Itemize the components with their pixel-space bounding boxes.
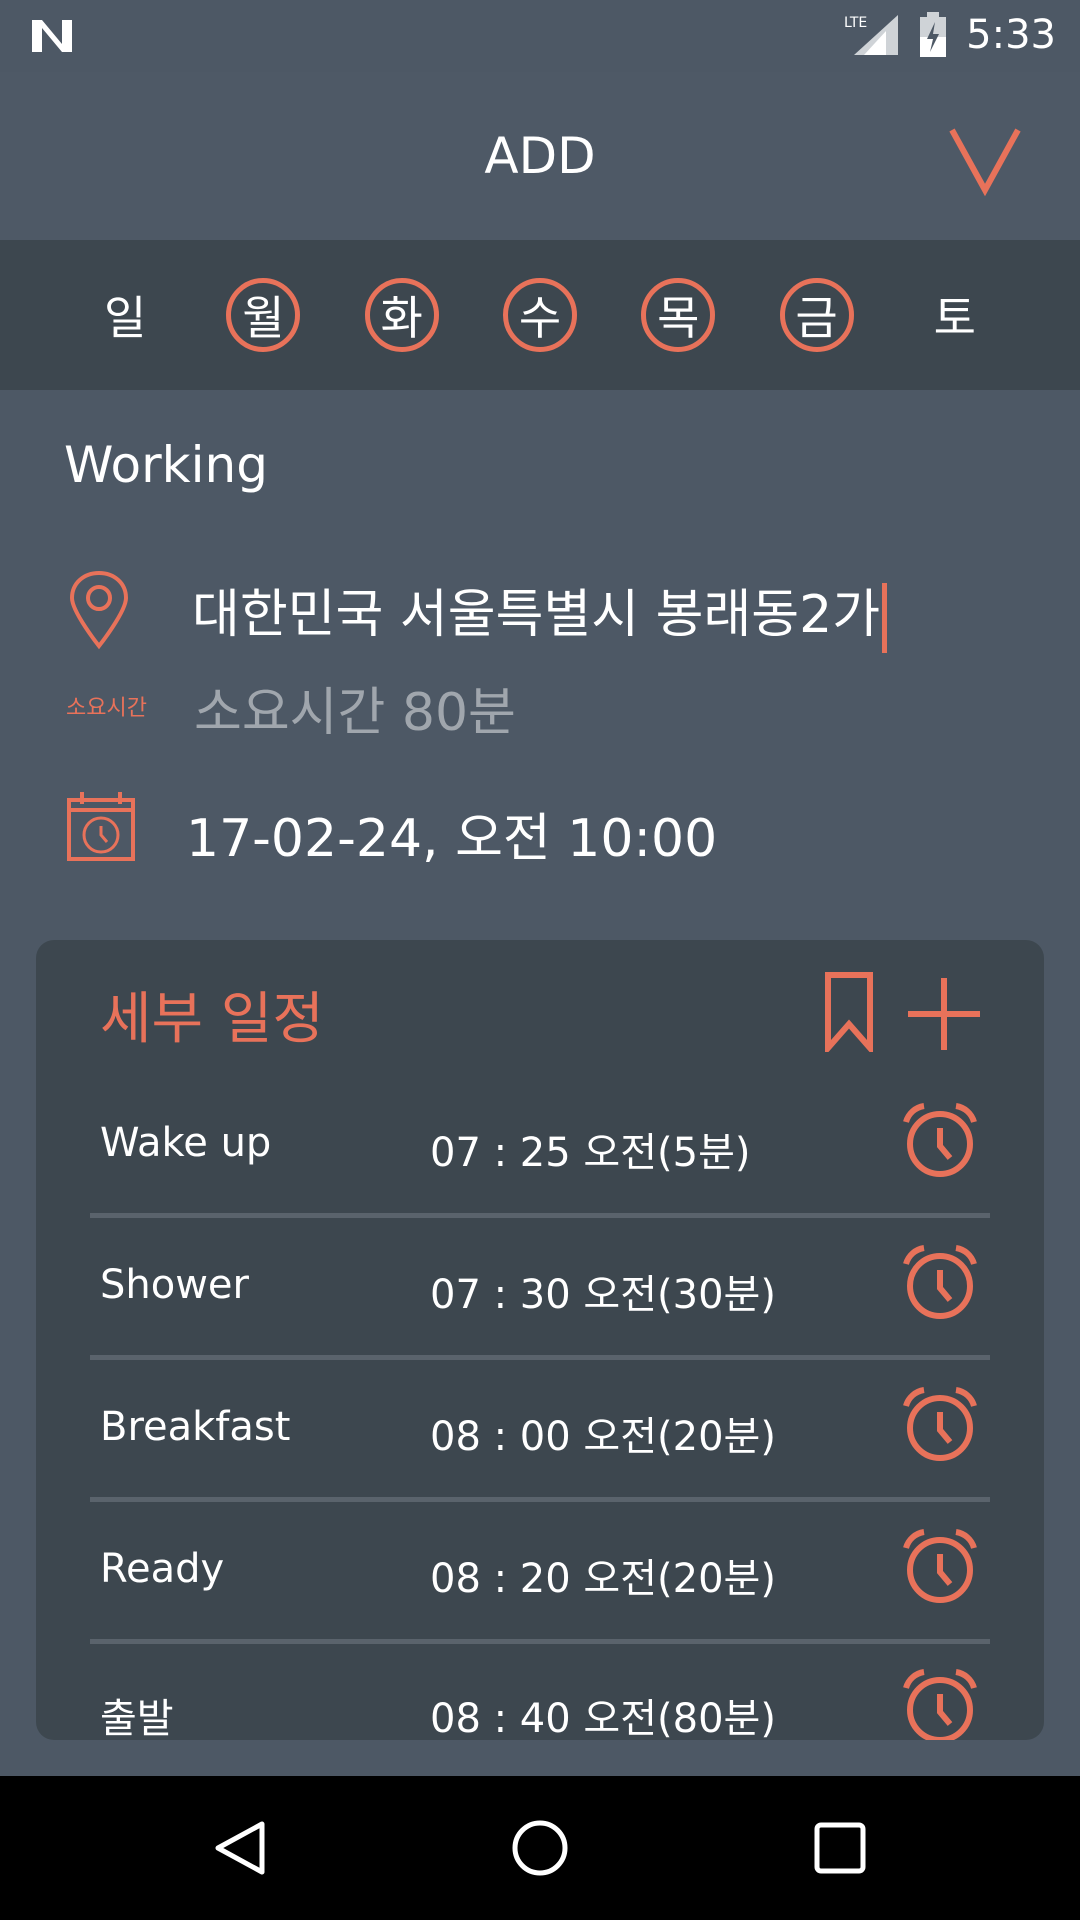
schedule-name: Wake up <box>100 1120 272 1166</box>
add-icon[interactable] <box>906 976 982 1052</box>
location-value: 대한민국 서울특별시 봉래동2가 <box>192 585 881 645</box>
weekday-selector: 일 월 화 수 목 금 토 <box>0 240 1080 390</box>
schedule-time: 08 : 20 오전(20분) <box>430 1556 776 1602</box>
schedule-time: 07 : 30 오전(30분) <box>430 1272 776 1318</box>
n-logo-icon <box>32 20 72 52</box>
day-tue[interactable]: 화 <box>364 278 439 352</box>
alarm-clock-icon[interactable] <box>900 1526 980 1606</box>
datetime-value[interactable]: 17-02-24, 오전 10:00 <box>186 796 717 871</box>
schedule-row[interactable]: Shower 07 : 30 오전(30분) <box>90 1216 990 1360</box>
schedule-name: Breakfast <box>100 1404 291 1450</box>
card-title: 세부 일정 <box>100 987 324 1052</box>
calendar-clock-icon <box>67 792 135 861</box>
schedule-time: 08 : 00 오전(20분) <box>430 1414 776 1460</box>
svg-text:LTE: LTE <box>844 15 867 31</box>
schedule-row[interactable]: Wake up 07 : 25 오전(5분) <box>90 1074 990 1218</box>
check-icon[interactable] <box>948 124 1022 198</box>
day-sun[interactable]: 일 <box>88 278 162 352</box>
schedule-name: Shower <box>100 1262 249 1308</box>
location-pin-icon <box>69 570 129 650</box>
duration-value: 소요시간 80분 <box>194 683 516 743</box>
clock-time: 5:33 <box>966 12 1056 58</box>
schedule-name: Ready <box>100 1546 225 1592</box>
schedule-name: 출발 <box>100 1696 174 1740</box>
back-icon[interactable] <box>210 1818 270 1878</box>
task-form: Working 대한민국 서울특별시 봉래동2가 소요시간 소요시간 80분 1… <box>0 390 1080 1775</box>
recents-icon[interactable] <box>810 1818 870 1878</box>
location-input[interactable]: 대한민국 서울특별시 봉래동2가 <box>192 572 888 653</box>
status-bar: LTE 5:33 <box>0 0 1080 72</box>
schedule-time: 07 : 25 오전(5분) <box>430 1130 751 1176</box>
bookmark-icon[interactable] <box>824 972 874 1052</box>
page-title: ADD <box>484 127 596 185</box>
task-name[interactable]: Working <box>64 436 268 494</box>
system-nav-bar <box>0 1776 1080 1920</box>
duration-label: 소요시간 <box>66 696 147 721</box>
schedule-time: 08 : 40 오전(80분) <box>430 1696 776 1740</box>
alarm-clock-icon[interactable] <box>900 1100 980 1180</box>
day-thu[interactable]: 목 <box>641 278 716 352</box>
home-icon[interactable] <box>510 1818 570 1878</box>
schedule-row[interactable]: Ready 08 : 20 오전(20분) <box>90 1500 990 1644</box>
alarm-clock-icon[interactable] <box>900 1666 980 1740</box>
schedule-row[interactable]: Breakfast 08 : 00 오전(20분) <box>90 1358 990 1502</box>
app-header: ADD <box>0 72 1080 240</box>
signal-icon: LTE <box>844 15 899 55</box>
day-sat[interactable]: 토 <box>918 278 992 352</box>
schedule-row[interactable]: 출발 08 : 40 오전(80분) <box>90 1640 990 1740</box>
text-cursor <box>882 583 888 653</box>
day-fri[interactable]: 금 <box>779 278 854 352</box>
alarm-clock-icon[interactable] <box>900 1384 980 1464</box>
alarm-clock-icon[interactable] <box>900 1242 980 1322</box>
battery-charging-icon <box>920 12 947 57</box>
day-wed[interactable]: 수 <box>502 278 577 352</box>
detail-schedule-card: 세부 일정 Wake up 07 : 25 오전(5분) Shower 07 :… <box>36 940 1044 1740</box>
day-mon[interactable]: 월 <box>226 278 301 352</box>
